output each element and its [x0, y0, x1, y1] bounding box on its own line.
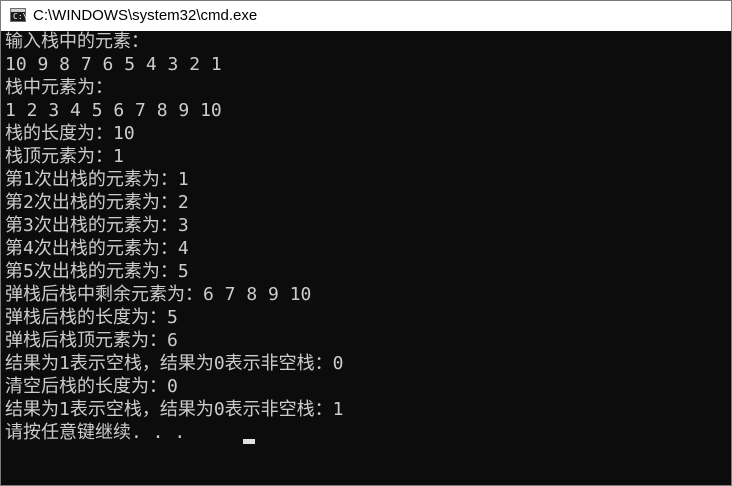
console-line: 第2次出栈的元素为：2: [5, 192, 189, 213]
console-line: 栈顶元素为：1: [5, 146, 124, 167]
console-prompt-line: 请按任意键继续. . .: [5, 422, 186, 443]
text-cursor: [243, 439, 255, 444]
console-line: 结果为1表示空栈，结果为0表示非空栈：1: [5, 399, 344, 420]
console-line: 1 2 3 4 5 6 7 8 9 10: [5, 100, 222, 121]
cmd-console-icon[interactable]: C:\: [10, 8, 28, 22]
console-line: 第4次出栈的元素为：4: [5, 238, 189, 259]
window-title: C:\WINDOWS\system32\cmd.exe: [33, 7, 258, 24]
console-line: 第1次出栈的元素为：1: [5, 169, 189, 190]
cmd-window: C:\ C:\WINDOWS\system32\cmd.exe 输入栈中的元素：…: [0, 0, 732, 486]
console-line: 10 9 8 7 6 5 4 3 2 1: [5, 54, 222, 75]
console-line: 弹栈后栈顶元素为：6: [5, 330, 178, 351]
console-line: 第3次出栈的元素为：3: [5, 215, 189, 236]
console-line: 清空后栈的长度为：0: [5, 376, 178, 397]
console-line: 栈的长度为：10: [5, 123, 135, 144]
console-output[interactable]: 输入栈中的元素： 10 9 8 7 6 5 4 3 2 1 栈中元素为： 1 2…: [1, 31, 731, 485]
console-line: 弹栈后栈的长度为：5: [5, 307, 178, 328]
console-line: 栈中元素为：: [5, 77, 113, 98]
title-bar[interactable]: C:\ C:\WINDOWS\system32\cmd.exe: [1, 1, 731, 31]
console-line: 第5次出栈的元素为：5: [5, 261, 189, 282]
console-line: 结果为1表示空栈，结果为0表示非空栈：0: [5, 353, 344, 374]
console-line: 弹栈后栈中剩余元素为：6 7 8 9 10: [5, 284, 312, 305]
icon-prompt: C:\: [13, 12, 28, 21]
console-line: 输入栈中的元素：: [5, 31, 149, 52]
